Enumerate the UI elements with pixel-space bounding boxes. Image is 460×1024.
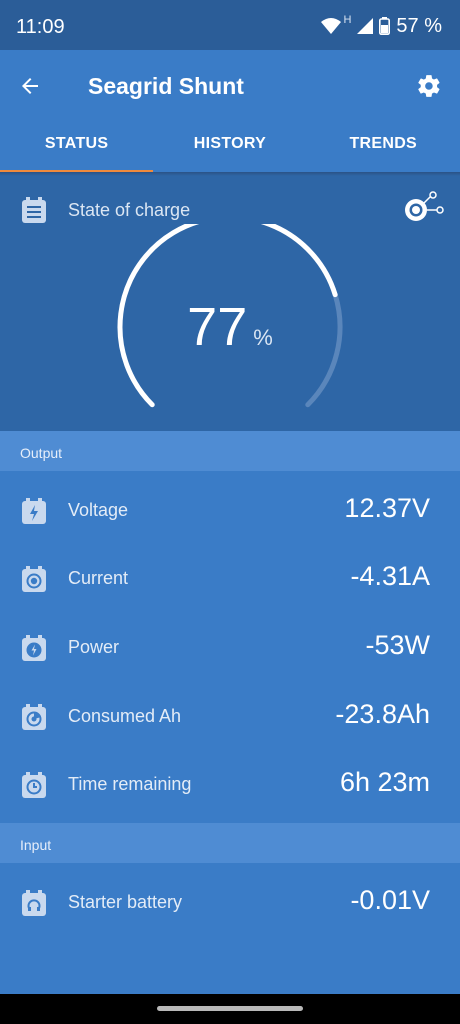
battery-percent: 57 % — [396, 14, 442, 37]
state-of-charge-label: State of charge — [68, 200, 191, 220]
row-value: -0.01V — [350, 885, 430, 915]
gear-icon[interactable] — [416, 73, 442, 99]
soc-value: 77% — [0, 296, 460, 358]
row-value: -23.8Ah — [335, 699, 430, 729]
row-label: Starter battery — [68, 892, 183, 912]
row-label: Current — [68, 568, 129, 588]
power-icon — [22, 635, 46, 661]
tab-status[interactable]: STATUS — [0, 122, 153, 172]
row-time-remaining: Time remaining 6h 23m — [0, 752, 460, 820]
row-current: Current -4.31A — [0, 546, 460, 614]
row-label: Consumed Ah — [68, 706, 182, 726]
status-bar: 11:09 H 57 % — [0, 0, 460, 50]
soc-number: 77 — [187, 297, 248, 357]
link-icon[interactable] — [402, 190, 444, 228]
row-power: Power -53W — [0, 615, 460, 683]
row-consumed-ah: Consumed Ah -23.8Ah — [0, 684, 460, 752]
tab-trends[interactable]: TRENDS — [307, 122, 460, 172]
soc-unit: % — [253, 325, 273, 350]
current-icon — [22, 566, 46, 592]
row-value: -53W — [365, 630, 430, 660]
status-icons: H 57 % — [321, 14, 442, 38]
battery-icon — [379, 17, 391, 35]
row-starter-battery: Starter battery -0.01V — [0, 870, 460, 938]
tab-history[interactable]: HISTORY — [153, 122, 306, 172]
row-label: Time remaining — [68, 774, 192, 794]
row-voltage: Voltage 12.37V — [0, 478, 460, 546]
status-time: 11:09 — [16, 16, 65, 38]
app-bar: Seagrid Shunt STATUS HISTORY TRENDS — [0, 50, 460, 173]
consumed-icon — [22, 704, 46, 730]
row-label: Power — [68, 637, 120, 657]
row-value: 6h 23m — [339, 767, 430, 797]
tab-bar: STATUS HISTORY TRENDS — [0, 122, 460, 172]
section-header-output: Output — [0, 431, 460, 471]
starter-battery-icon — [22, 890, 46, 916]
system-nav-bar — [0, 994, 460, 1024]
row-value: -4.31A — [350, 561, 430, 591]
wifi-icon — [321, 18, 342, 34]
row-value: 12.37V — [344, 493, 430, 523]
back-arrow-icon[interactable] — [18, 74, 42, 98]
section-header-input: Input — [0, 823, 460, 863]
network-type-badge: H — [343, 14, 352, 26]
tab-shadow — [0, 172, 460, 176]
voltage-icon — [22, 498, 46, 524]
page-title: Seagrid Shunt — [88, 73, 244, 99]
state-of-charge-card: State of charge 77% — [0, 172, 460, 431]
signal-icon — [357, 18, 374, 34]
home-gesture-handle[interactable] — [157, 1006, 303, 1011]
clock-icon — [22, 772, 46, 798]
row-label: Voltage — [68, 500, 129, 520]
battery-list-icon — [22, 197, 46, 223]
